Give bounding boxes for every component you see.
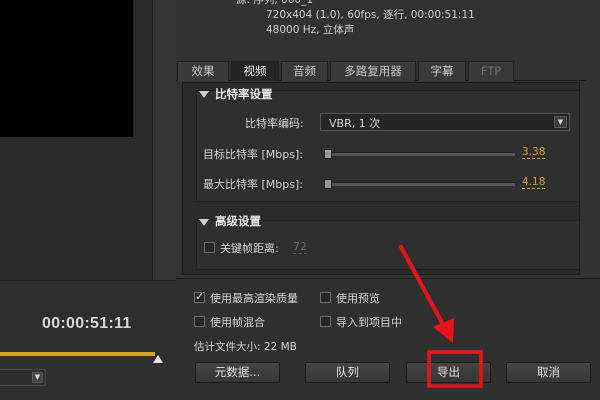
video-preview — [0, 0, 133, 137]
bitrate-encoding-select[interactable]: VBR, 1 次 ▼ — [320, 113, 570, 131]
slider-thumb[interactable] — [324, 179, 332, 189]
max-quality-checkbox[interactable] — [194, 290, 205, 303]
tab-multiplexer[interactable]: 多路复用器 — [330, 61, 416, 81]
use-preview-label: 使用预览 — [336, 292, 380, 305]
use-preview-checkbox[interactable] — [320, 292, 331, 303]
keyframe-distance-label: 关键帧距离: — [220, 242, 279, 255]
collapse-triangle-icon[interactable] — [199, 219, 209, 226]
export-button[interactable]: 导出 — [406, 362, 491, 383]
max-quality-label: 使用最高渲染质量 — [210, 292, 298, 305]
chevron-down-icon: ▼ — [32, 372, 43, 383]
max-bitrate-slider[interactable] — [324, 179, 515, 189]
source-range-select[interactable]: ▼ — [0, 369, 46, 386]
timeline-bar[interactable] — [0, 352, 155, 356]
settings-tabs: 效果 视频 音频 多路复用器 字幕 FTP — [176, 61, 586, 81]
timecode-display: 00:00:51:11 — [42, 315, 132, 332]
keyframe-distance-value[interactable]: 72 — [293, 240, 307, 254]
slider-thumb[interactable] — [324, 149, 332, 159]
target-bitrate-slider[interactable] — [324, 149, 515, 159]
tab-ftp[interactable]: FTP — [468, 61, 514, 81]
summary-audio-line: 48000 Hz, 立体声 — [266, 24, 355, 36]
playhead-marker[interactable] — [153, 355, 163, 363]
bitrate-encoding-value: VBR, 1 次 — [329, 117, 381, 130]
bitrate-section-title: 比特率设置 — [215, 87, 273, 101]
max-bitrate-value[interactable]: 4.18 — [522, 176, 546, 189]
tab-effects[interactable]: 效果 — [177, 61, 229, 81]
max-bitrate-label: 最大比特率 [Mbps]: — [203, 178, 303, 191]
cancel-button[interactable]: 取消 — [506, 362, 591, 383]
frame-blend-label: 使用帧混合 — [210, 316, 265, 329]
keyframe-distance-checkbox[interactable] — [204, 242, 215, 253]
collapse-triangle-icon[interactable] — [199, 91, 209, 98]
target-bitrate-label: 目标比特率 [Mbps]: — [203, 148, 303, 161]
tab-captions[interactable]: 字幕 — [418, 61, 466, 81]
export-summary: 源: 序列, 060_1 720x404 (1.0), 60fps, 逐行, 0… — [236, 0, 475, 38]
tab-audio[interactable]: 音频 — [281, 61, 328, 81]
bitrate-encoding-label: 比特率编码: — [245, 117, 304, 130]
summary-format-line: 720x404 (1.0), 60fps, 逐行, 00:00:51:11 — [266, 9, 475, 21]
estimated-file-size: 估计文件大小: 22 MB — [194, 341, 297, 353]
chevron-down-icon: ▼ — [554, 116, 567, 128]
frame-blend-checkbox[interactable] — [194, 316, 205, 327]
import-project-checkbox[interactable] — [320, 316, 331, 327]
import-project-label: 导入到项目中 — [336, 316, 402, 329]
summary-source-line: 源: 序列, 060_1 — [236, 0, 314, 6]
queue-button[interactable]: 队列 — [305, 362, 390, 383]
source-panel: 00:00:51:11 ▼ — [0, 0, 176, 400]
advanced-section-title: 高级设置 — [215, 214, 261, 228]
tab-video[interactable]: 视频 — [231, 61, 279, 81]
metadata-button[interactable]: 元数据... — [195, 362, 280, 383]
target-bitrate-value[interactable]: 3.38 — [522, 146, 546, 159]
